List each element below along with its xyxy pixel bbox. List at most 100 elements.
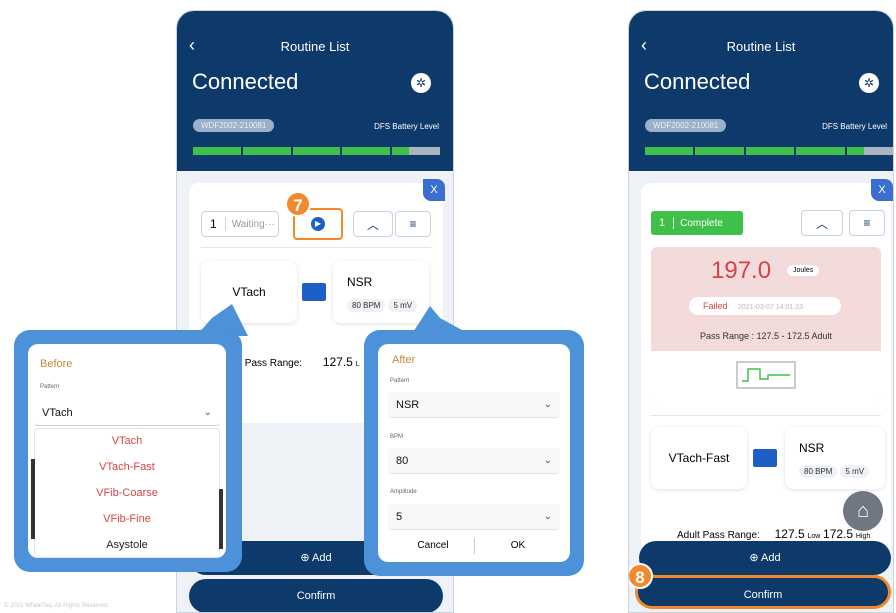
ok-button[interactable]: OK [488, 540, 548, 551]
rhythm-from-tile[interactable]: VTach [201, 261, 297, 323]
rhythm-params: 80 BPM 5 mV [347, 295, 429, 313]
chevron-down-icon: ⌄ [203, 407, 212, 418]
option-vtach-fast[interactable]: VTach-Fast [35, 461, 219, 473]
plus-icon: ⊕ [749, 552, 762, 564]
menu-icon: ≡ [409, 217, 417, 231]
adult-pass-label: Adult Pass Range: [677, 530, 760, 541]
low-label: Low [807, 533, 821, 540]
pass-range-summary: Pass Range : 127.5 - 172.5 Adult [699, 331, 833, 341]
amplitude-pill: 5 mV [840, 465, 870, 478]
after-title: After [392, 354, 416, 366]
high-value: 172.5 [823, 527, 854, 541]
step-status: Complete [680, 217, 723, 229]
menu-icon: ≡ [863, 216, 871, 230]
rhythm-to-tile[interactable]: NSR 80 BPM 5 mV [785, 427, 885, 489]
rhythm-to-tile[interactable]: NSR 80 BPM 5 mV [333, 261, 429, 323]
bpm-select[interactable]: 80 ⌄ [388, 448, 560, 474]
result-status: Failed [703, 301, 728, 311]
divider [201, 247, 431, 248]
pattern-label: Pattern [390, 378, 410, 384]
menu-button[interactable]: ≡ [395, 211, 431, 237]
pass-range-unit: L [355, 361, 360, 368]
after-popout: After Pattern NSR ⌄ BPM 80 ⌄ Amplitude 5… [364, 330, 584, 576]
chevron-up-icon: ︿ [366, 217, 379, 232]
battery-bar [645, 147, 893, 155]
energy-value: 197.0 [711, 257, 772, 284]
before-popout: Before Pattern VTach ⌄ VTach VTach-Fast … [14, 330, 242, 572]
amplitude-label: Amplitude [390, 489, 417, 495]
pattern-select[interactable]: NSR ⌄ [388, 392, 560, 418]
option-vfib-coarse[interactable]: VFib-Coarse [35, 487, 219, 499]
option-vfib-fine[interactable]: VFib-Fine [35, 513, 219, 525]
header: ‹ Routine List Connected ✲ WDF2002-21008… [629, 11, 893, 171]
close-button[interactable]: X [423, 179, 445, 201]
cancel-button[interactable]: Cancel [398, 540, 468, 551]
before-title: Before [40, 358, 73, 370]
low-value: 127.5 [774, 527, 805, 541]
bpm-pill: 80 BPM [799, 465, 838, 478]
result-timestamp: 2021-03-07 14:01:23 [738, 304, 804, 311]
battery-label: DFS Battery Level [374, 122, 439, 131]
close-button[interactable]: X [871, 179, 893, 201]
scrollbar[interactable] [219, 489, 223, 549]
convert-icon [753, 449, 777, 467]
step-indicator: 1 Waiting··· [201, 211, 279, 237]
step-number: 1 [202, 217, 226, 231]
energy-unit: Joules [787, 265, 820, 276]
step-number: 1 [651, 217, 675, 229]
divider [651, 415, 881, 416]
chevron-up-icon: ︿ [815, 216, 828, 231]
play-icon: ▶ [311, 217, 325, 231]
add-label: Add [312, 552, 332, 564]
option-asystole[interactable]: Asystole [35, 539, 219, 551]
add-button[interactable]: ⊕ Add [639, 541, 891, 575]
header: ‹ Routine List Connected ✲ WDF2002-21008… [177, 11, 453, 171]
bpm-value: 80 [396, 455, 409, 467]
rhythm-from: VTach [232, 285, 266, 299]
step-status: Waiting··· [231, 218, 275, 230]
move-up-button[interactable]: ︿ [801, 210, 843, 236]
battery-label: DFS Battery Level [822, 122, 887, 131]
result-panel: 197.0 Joules Failed 2021-03-07 14:01:23 … [651, 247, 881, 401]
connection-status: Connected [644, 69, 751, 94]
convert-icon [302, 283, 326, 301]
rhythm-from: VTach-Fast [668, 451, 730, 465]
adult-pass-range-row: Adult Pass Range: 127.5 Low 172.5 High [677, 527, 870, 541]
high-label: High [855, 533, 871, 540]
footer-copyright: © 2021 WhaleTeq. All Rights Reserved. [4, 603, 110, 609]
pattern-select[interactable]: VTach ⌄ [34, 400, 220, 426]
step-indicator: 1 Complete [651, 211, 743, 235]
waveform-icon [736, 361, 796, 389]
pass-range-value: 127.5 [322, 355, 353, 369]
device-serial: WDF2002-210081 [193, 119, 275, 132]
pattern-value: VTach [42, 407, 73, 419]
confirm-label: Confirm [743, 589, 783, 601]
settings-icon[interactable]: ✲ [859, 73, 879, 93]
confirm-button[interactable]: Confirm [189, 579, 443, 612]
menu-button[interactable]: ≡ [849, 210, 885, 236]
chevron-down-icon: ⌄ [543, 511, 552, 522]
home-button[interactable]: ⌂ [843, 491, 883, 531]
confirm-label: Confirm [296, 590, 336, 602]
scrollbar[interactable] [31, 459, 35, 539]
pattern-options: VTach VTach-Fast VFib-Coarse VFib-Fine A… [31, 428, 223, 558]
rhythm-to: NSR [347, 275, 373, 289]
bpm-label: BPM [390, 434, 404, 440]
page-title: Routine List [726, 39, 796, 54]
amplitude-pill: 5 mV [388, 299, 418, 312]
rhythm-to: NSR [799, 441, 825, 455]
rhythm-from-tile[interactable]: VTach-Fast [651, 427, 747, 489]
move-up-button[interactable]: ︿ [353, 211, 393, 237]
connection-status: Connected [192, 69, 299, 94]
amplitude-select[interactable]: 5 ⌄ [388, 504, 560, 530]
before-panel: Before Pattern VTach ⌄ VTach VTach-Fast … [28, 344, 226, 558]
option-vtach[interactable]: VTach [35, 435, 219, 447]
add-label: Add [761, 552, 781, 564]
chevron-down-icon: ⌄ [543, 455, 552, 466]
settings-icon[interactable]: ✲ [411, 73, 431, 93]
confirm-button[interactable]: Confirm [635, 575, 891, 609]
waveform-panel [651, 351, 881, 401]
home-icon: ⌂ [856, 500, 870, 522]
callout-badge: 7 [285, 191, 311, 217]
battery-bar [193, 147, 440, 155]
